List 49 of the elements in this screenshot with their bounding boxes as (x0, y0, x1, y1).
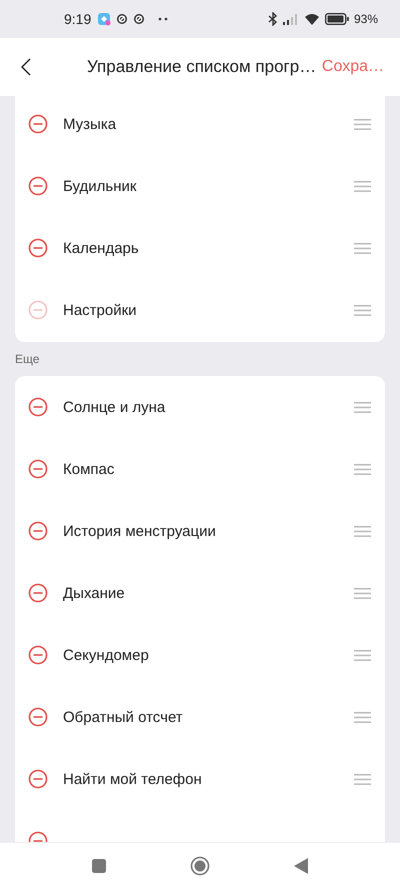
app-name: Найти мой телефон (63, 770, 203, 788)
app-name: Будильник (63, 178, 138, 194)
app-name: Обратный отсчет (63, 708, 184, 726)
drag-handle-icon[interactable] (354, 464, 371, 474)
recents-button[interactable] (92, 859, 106, 873)
app-notification-icon (97, 12, 112, 26)
remove-icon[interactable] (28, 707, 48, 727)
drag-handle-icon[interactable] (354, 526, 371, 536)
back-nav-button[interactable] (294, 858, 308, 874)
screen-title: Управление списком прогр… (87, 57, 316, 77)
app-name: Компас (63, 460, 116, 478)
back-icon (21, 58, 31, 76)
app-name: История менструации (63, 522, 217, 540)
remove-icon[interactable] (28, 114, 48, 134)
app-name: Настройки (63, 302, 138, 318)
bluetooth-icon (268, 12, 278, 26)
drag-handle-icon[interactable] (354, 304, 371, 316)
remove-icon[interactable] (28, 521, 48, 541)
drag-handle-icon[interactable] (354, 180, 371, 192)
section-title: Еще (15, 352, 40, 366)
app-name: Секундомер (63, 646, 150, 664)
wifi-icon (304, 13, 320, 25)
remove-icon[interactable] (28, 459, 48, 479)
drag-handle-icon[interactable] (354, 588, 371, 598)
remove-icon[interactable] (28, 645, 48, 665)
remove-icon[interactable] (28, 769, 48, 789)
remove-icon[interactable] (28, 238, 48, 258)
signal-icon (282, 13, 299, 25)
save-button[interactable]: Сохра… (322, 58, 384, 76)
drag-handle-icon[interactable] (354, 650, 371, 660)
drag-handle-icon[interactable] (354, 118, 371, 130)
blocked-icon (133, 13, 146, 25)
drag-handle-icon[interactable] (354, 402, 371, 412)
app-name: Календарь (63, 240, 140, 256)
remove-icon[interactable] (28, 583, 48, 603)
app-name: Дыхание (63, 584, 126, 602)
more-notifications-icon (158, 17, 168, 21)
remove-icon[interactable] (28, 397, 48, 417)
battery-level: 93% (354, 12, 378, 26)
battery-icon (324, 13, 349, 25)
app-name: Солнце и луна (63, 398, 166, 416)
drag-handle-icon[interactable] (354, 242, 371, 254)
remove-icon[interactable] (28, 176, 48, 196)
home-button[interactable] (190, 856, 210, 876)
drag-handle-icon[interactable] (354, 774, 371, 784)
drag-handle-icon[interactable] (354, 712, 371, 722)
app-name: Музыка (63, 116, 118, 132)
blocked-icon (116, 13, 128, 25)
status-time: 9:19 (64, 11, 92, 27)
